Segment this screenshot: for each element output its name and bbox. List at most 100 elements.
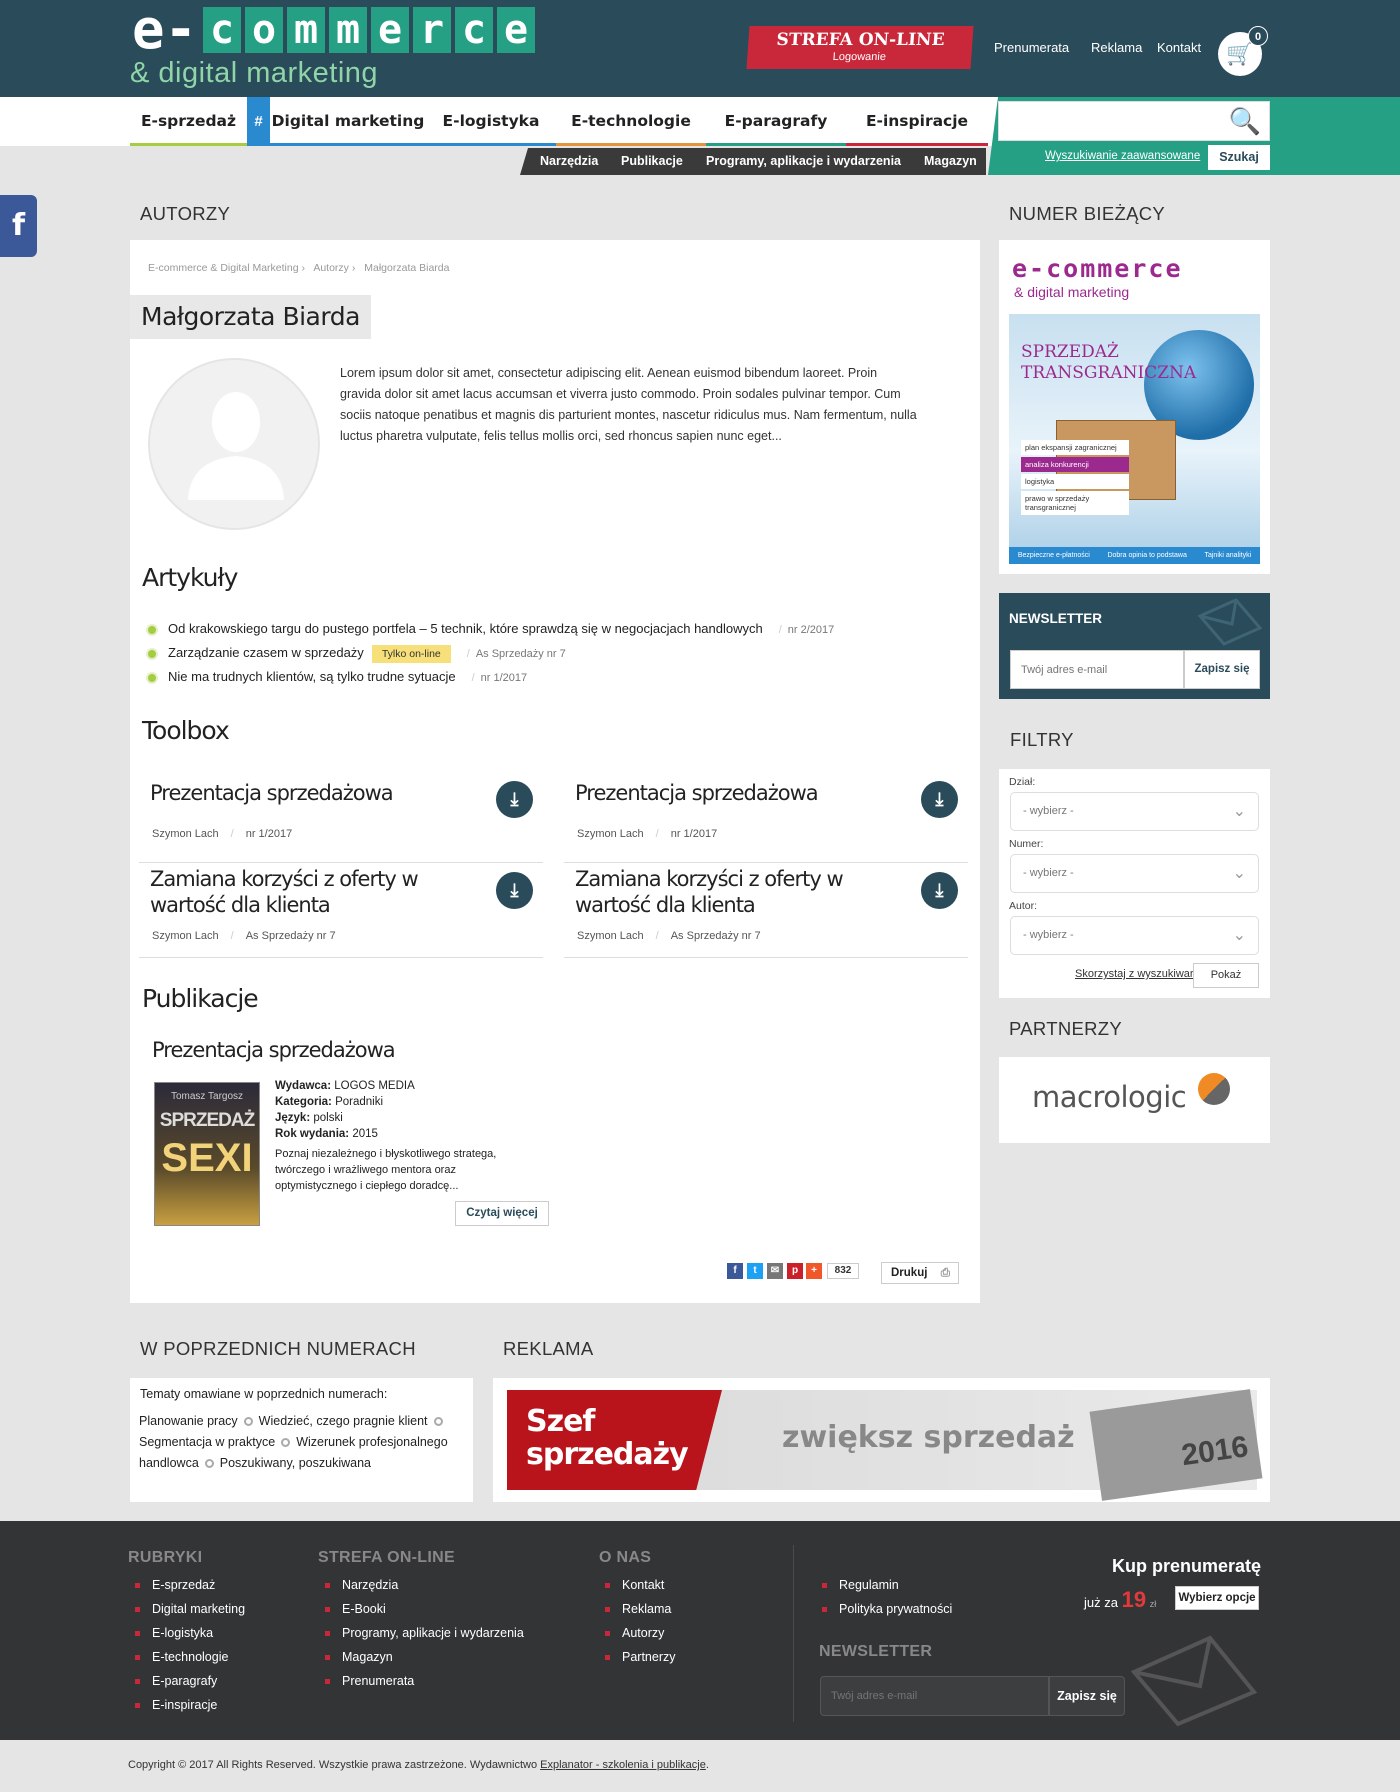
subnav-magazyn[interactable]: Magazyn xyxy=(924,148,977,175)
download-icon[interactable]: ⤓ xyxy=(496,781,533,818)
article-link[interactable]: Nie ma trudnych klientów, są tylko trudn… xyxy=(168,669,456,684)
footer-link[interactable]: Polityka prywatności xyxy=(822,1602,952,1616)
topic-tag[interactable]: Segmentacja w praktyce xyxy=(139,1435,275,1449)
advanced-search-link[interactable]: Wyszukiwanie zaawansowane xyxy=(1045,150,1200,162)
facebook-share-icon[interactable]: f xyxy=(727,1263,743,1279)
footer-newsletter-input[interactable] xyxy=(820,1676,1049,1716)
chevron-down-icon: ⌄ xyxy=(1232,803,1246,820)
plus-share-icon[interactable]: + xyxy=(806,1263,822,1279)
footer-link[interactable]: E-Booki xyxy=(325,1602,386,1616)
subnav-publikacje[interactable]: Publikacje xyxy=(621,148,683,175)
ad-year: 2016 xyxy=(1179,1430,1251,1473)
top-link-prenumerata[interactable]: Prenumerata xyxy=(994,40,1069,55)
cover-list-item: prawo w sprzedaży transgranicznej xyxy=(1021,491,1129,515)
footer-link[interactable]: E-paragrafy xyxy=(135,1674,217,1688)
footer-link[interactable]: Narzędzia xyxy=(325,1578,398,1592)
site-logo[interactable]: e- c o m m e r c e xyxy=(130,3,536,57)
top-link-kontakt[interactable]: Kontakt xyxy=(1157,40,1201,55)
footer-link[interactable]: Prenumerata xyxy=(325,1674,414,1688)
book-cover[interactable]: Tomasz Targosz SPRZEDAŻ SEXI xyxy=(154,1082,260,1226)
footer-heading-o-nas: O NAS xyxy=(599,1549,652,1566)
footer-newsletter-button[interactable]: Zapisz się xyxy=(1049,1676,1125,1716)
footer-link[interactable]: Kontakt xyxy=(605,1578,664,1592)
print-label: Drukuj xyxy=(891,1267,928,1279)
download-icon[interactable]: ⤓ xyxy=(921,872,958,909)
footer-link[interactable]: E-sprzedaż xyxy=(135,1578,215,1592)
publication-title[interactable]: Prezentacja sprzedażowa xyxy=(152,1038,396,1062)
nav-label: E-paragrafy xyxy=(724,112,828,130)
topic-tag[interactable]: Wiedzieć, czego pragnie klient xyxy=(259,1414,428,1428)
show-button[interactable]: Pokaż xyxy=(1193,963,1259,988)
search-button[interactable]: Szukaj xyxy=(1208,145,1270,170)
article-meta: nr 2/2017 xyxy=(787,624,835,636)
cover-list: plan ekspansji zagranicznej analiza konk… xyxy=(1021,440,1129,517)
nav-item-digital-marketing[interactable]: Digital marketing xyxy=(270,97,426,146)
cover-footer: Bezpieczne e-płatności Dobra opinia to p… xyxy=(1009,547,1260,564)
strefa-online-login-button[interactable]: STREFA ON-LINE Logowanie xyxy=(746,26,974,69)
logo-subtitle: & digital marketing xyxy=(130,57,379,89)
section-title-previous-issues: W POPRZEDNICH NUMERACH xyxy=(140,1338,416,1359)
filter-select-numer[interactable]: - wybierz - ⌄ xyxy=(1010,854,1259,893)
list-item: Od krakowskiego targu do pustego portfel… xyxy=(148,621,834,636)
partner-logo-text: macrologic xyxy=(1032,1080,1187,1114)
email-share-icon[interactable]: ✉ xyxy=(767,1263,783,1279)
section-title-filters: FILTRY xyxy=(1010,729,1074,750)
twitter-share-icon[interactable]: t xyxy=(747,1263,763,1279)
print-button[interactable]: Drukuj ⎙ xyxy=(881,1262,959,1284)
footer-link[interactable]: E-inspiracje xyxy=(135,1698,217,1712)
footer-link[interactable]: Digital marketing xyxy=(135,1602,245,1616)
toolbox-issue: As Sprzedaży nr 7 xyxy=(245,930,336,942)
publisher-link[interactable]: Explanator - szkolenia i publikacje xyxy=(540,1759,706,1771)
toolbox-title[interactable]: Zamiana korzyści z oferty w wartość dla … xyxy=(150,866,480,918)
nav-item-e-paragrafy[interactable]: E-paragrafy xyxy=(706,97,846,146)
footer-link[interactable]: Partnerzy xyxy=(605,1650,676,1664)
toolbox-title[interactable]: Zamiana korzyści z oferty w wartość dla … xyxy=(575,866,905,918)
filter-value: - wybierz - xyxy=(1023,929,1074,941)
top-link-reklama[interactable]: Reklama xyxy=(1091,40,1142,55)
footer-link[interactable]: E-logistyka xyxy=(135,1626,213,1640)
cart-count-badge: 0 xyxy=(1248,26,1268,46)
filter-select-autor[interactable]: - wybierz - ⌄ xyxy=(1010,916,1259,955)
cover-footer-item: Tajniki analityki xyxy=(1204,552,1252,559)
nav-item-e-logistyka[interactable]: E-logistyka xyxy=(426,97,556,146)
nav-item-e-technologie[interactable]: E-technologie xyxy=(556,97,706,146)
download-icon[interactable]: ⤓ xyxy=(921,781,958,818)
topic-tag[interactable]: Planowanie pracy xyxy=(139,1414,238,1428)
strefa-subtitle: Logowanie xyxy=(832,51,887,63)
toolbox-title[interactable]: Prezentacja sprzedażowa xyxy=(150,780,480,806)
topic-tag[interactable]: Poszukiwany, poszukiwana xyxy=(220,1456,371,1470)
search-icon[interactable]: 🔍 xyxy=(1228,104,1262,138)
section-title-ad: REKLAMA xyxy=(503,1338,594,1359)
subnav-narzedzia[interactable]: Narzędzia xyxy=(540,148,598,175)
download-icon[interactable]: ⤓ xyxy=(496,872,533,909)
newsletter-subscribe-button[interactable]: Zapisz się xyxy=(1184,650,1260,689)
breadcrumb-autorzy[interactable]: Autorzy xyxy=(313,262,349,274)
filter-label: Dział: xyxy=(1009,776,1036,788)
article-link[interactable]: Zarządzanie czasem w sprzedaży xyxy=(168,645,364,660)
footer-link[interactable]: Magazyn xyxy=(325,1650,393,1664)
toolbox-title[interactable]: Prezentacja sprzedażowa xyxy=(575,780,905,806)
price-value: 19 xyxy=(1121,1587,1147,1612)
filter-select-dzial[interactable]: - wybierz - ⌄ xyxy=(1010,792,1259,831)
divider xyxy=(564,862,968,863)
breadcrumb-home[interactable]: E-commerce & Digital Marketing xyxy=(148,262,299,274)
footer-link[interactable]: Reklama xyxy=(605,1602,671,1616)
footer-link[interactable]: Regulamin xyxy=(822,1578,899,1592)
nav-label: E-technologie xyxy=(571,112,691,130)
pinterest-share-icon[interactable]: p xyxy=(787,1263,803,1279)
read-more-button[interactable]: Czytaj więcej xyxy=(455,1201,549,1226)
newsletter-email-input[interactable] xyxy=(1010,650,1184,689)
nav-item-e-sprzedaz[interactable]: E-sprzedaż xyxy=(130,97,247,146)
divider xyxy=(564,957,968,958)
footer-link[interactable]: Programy, aplikacje i wydarzenia xyxy=(325,1626,524,1640)
facebook-icon[interactable]: f xyxy=(0,195,37,257)
breadcrumb-separator: › xyxy=(351,262,356,274)
footer-link[interactable]: E-technologie xyxy=(135,1650,228,1664)
article-link[interactable]: Od krakowskiego targu do pustego portfel… xyxy=(168,621,763,636)
book-cover-title: SPRZEDAŻ xyxy=(159,1110,255,1131)
subnav-programy[interactable]: Programy, aplikacje i wydarzenia xyxy=(706,148,901,175)
choose-options-button[interactable]: Wybierz opcje xyxy=(1175,1586,1259,1610)
nav-item-e-inspiracje[interactable]: E-inspiracje xyxy=(846,97,988,146)
use-search-link[interactable]: Skorzystaj z wyszukiwarki xyxy=(1075,968,1202,980)
footer-link[interactable]: Autorzy xyxy=(605,1626,664,1640)
